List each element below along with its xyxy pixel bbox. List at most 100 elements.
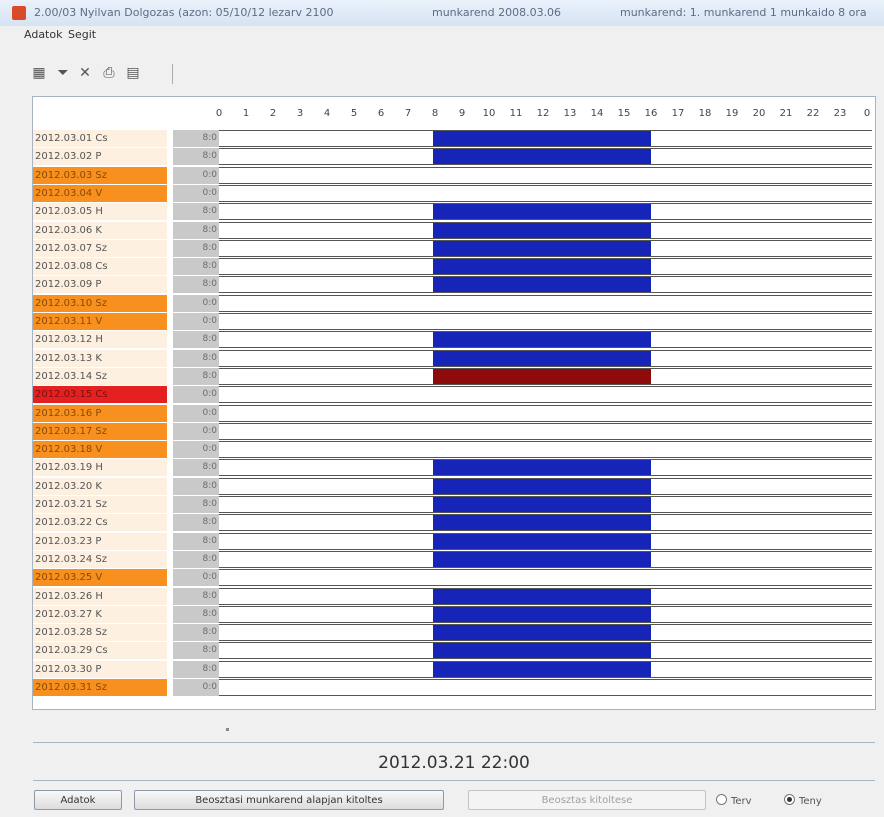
row-timeline[interactable] [219,184,872,202]
schedule-row[interactable]: 2012.03.19 H 8:0 [33,459,873,477]
schedule-row[interactable]: 2012.03.30 P 8:0 [33,660,873,679]
schedule-row[interactable]: 2012.03.06 K 8:0 [33,221,873,240]
schedule-row[interactable]: 2012.03.16 P 0:0 [33,404,873,423]
work-bar[interactable] [433,460,651,476]
row-timeline[interactable] [219,477,872,495]
row-timeline[interactable] [219,313,872,330]
schedule-row[interactable]: 2012.03.07 Sz 8:0 [33,239,873,258]
schedule-row[interactable]: 2012.03.02 P 8:0 [33,148,873,166]
schedule-row[interactable]: 2012.03.08 Cs 8:0 [33,258,873,276]
work-bar[interactable] [433,478,651,494]
schedule-row[interactable]: 2012.03.14 Sz 8:0 [33,367,873,386]
row-timeline[interactable] [219,422,872,440]
schedule-row[interactable]: 2012.03.05 H 8:0 [33,203,873,221]
schedule-row[interactable]: 2012.03.10 Sz 0:0 [33,294,873,313]
schedule-row[interactable]: 2012.03.29 Cs 8:0 [33,642,873,660]
schedule-row[interactable]: 2012.03.09 P 8:0 [33,276,873,294]
schedule-row[interactable]: 2012.03.15 Cs 0:0 [33,386,873,404]
row-timeline[interactable] [219,148,872,166]
schedule-row[interactable]: 2012.03.28 Sz 8:0 [33,624,873,642]
schedule-row[interactable]: 2012.03.22 Cs 8:0 [33,514,873,532]
work-bar[interactable] [433,643,651,659]
schedule-row[interactable]: 2012.03.26 H 8:0 [33,587,873,606]
work-bar[interactable] [433,588,651,604]
work-bar[interactable] [433,131,651,146]
row-timeline[interactable] [219,203,872,221]
row-timeline[interactable] [219,459,872,477]
row-timeline[interactable] [219,660,872,678]
print-icon[interactable]: ⎙ [98,62,120,84]
row-timeline[interactable] [219,679,872,696]
work-bar[interactable] [433,551,651,567]
work-bar[interactable] [433,497,651,512]
schedule-row[interactable]: 2012.03.11 V 0:0 [33,313,873,331]
schedule-row[interactable]: 2012.03.13 K 8:0 [33,349,873,368]
row-timeline[interactable] [219,294,872,312]
work-bar[interactable] [433,149,651,165]
radio-terv-dot[interactable] [716,794,727,805]
radio-terv[interactable]: Terv [716,794,752,807]
work-bar[interactable] [433,625,651,641]
row-timeline[interactable] [219,605,872,623]
menu-item-segit[interactable]: Segit [68,28,96,41]
absence-bar[interactable] [433,368,651,384]
schedule-row[interactable]: 2012.03.24 Sz 8:0 [33,550,873,569]
row-timeline[interactable] [219,441,872,459]
work-bar[interactable] [433,222,651,238]
row-timeline[interactable] [219,349,872,367]
schedule-row[interactable]: 2012.03.04 V 0:0 [33,184,873,203]
row-timeline[interactable] [219,514,872,532]
row-timeline[interactable] [219,276,872,294]
schedule-row[interactable]: 2012.03.12 H 8:0 [33,331,873,349]
menu-item-adatok[interactable]: Adatok [24,28,62,41]
work-bar[interactable] [433,661,651,677]
work-bar[interactable] [433,204,651,220]
row-timeline[interactable] [219,642,872,660]
work-bar[interactable] [433,606,651,622]
row-timeline[interactable] [219,386,872,404]
delete-icon[interactable]: ✕ [74,62,96,84]
fill-schedule-button[interactable]: Beosztas kitoltese [468,790,706,810]
row-timeline[interactable] [219,331,872,349]
schedule-row[interactable]: 2012.03.25 V 0:0 [33,569,873,587]
row-timeline[interactable] [219,550,872,568]
work-bar[interactable] [433,277,651,293]
row-timeline[interactable] [219,569,872,587]
row-timeline[interactable] [219,587,872,605]
schedule-row[interactable]: 2012.03.17 Sz 0:0 [33,422,873,441]
radio-teny-dot[interactable] [784,794,795,805]
row-timeline[interactable] [219,221,872,239]
row-date: 2012.03.21 Sz [33,496,167,513]
row-timeline[interactable] [219,130,872,147]
row-timeline[interactable] [219,624,872,642]
schedule-row[interactable]: 2012.03.18 V 0:0 [33,441,873,459]
save-icon[interactable]: ▤ [122,62,144,84]
schedule-row[interactable]: 2012.03.21 Sz 8:0 [33,496,873,514]
schedule-row[interactable]: 2012.03.27 K 8:0 [33,605,873,624]
filter-icon[interactable]: ⏷ [52,62,74,84]
work-bar[interactable] [433,350,651,366]
work-bar[interactable] [433,533,651,549]
work-bar[interactable] [433,332,651,348]
row-timeline[interactable] [219,496,872,513]
schedule-row[interactable]: 2012.03.01 Cs 8:0 [33,130,873,148]
work-bar[interactable] [433,515,651,531]
schedule-row[interactable]: 2012.03.20 K 8:0 [33,477,873,496]
schedule-row[interactable]: 2012.03.23 P 8:0 [33,532,873,551]
row-timeline[interactable] [219,367,872,385]
schedule-row[interactable]: 2012.03.03 Sz 0:0 [33,166,873,185]
schedule-row[interactable]: 2012.03.31 Sz 0:0 [33,679,873,697]
work-bar[interactable] [433,240,651,256]
row-timeline[interactable] [219,404,872,422]
radio-teny[interactable]: Teny [784,794,822,807]
grid-icon[interactable]: ▦ [28,62,50,84]
row-hours-code: 0:0 [173,313,219,330]
adatok-button[interactable]: Adatok [34,790,122,810]
work-bar[interactable] [433,259,651,275]
row-timeline[interactable] [219,239,872,257]
row-timeline[interactable] [219,532,872,550]
row-date: 2012.03.18 V [33,441,167,459]
row-timeline[interactable] [219,258,872,276]
row-timeline[interactable] [219,166,872,184]
fill-by-schedule-button[interactable]: Beosztasi munkarend alapjan kitoltes [134,790,444,810]
